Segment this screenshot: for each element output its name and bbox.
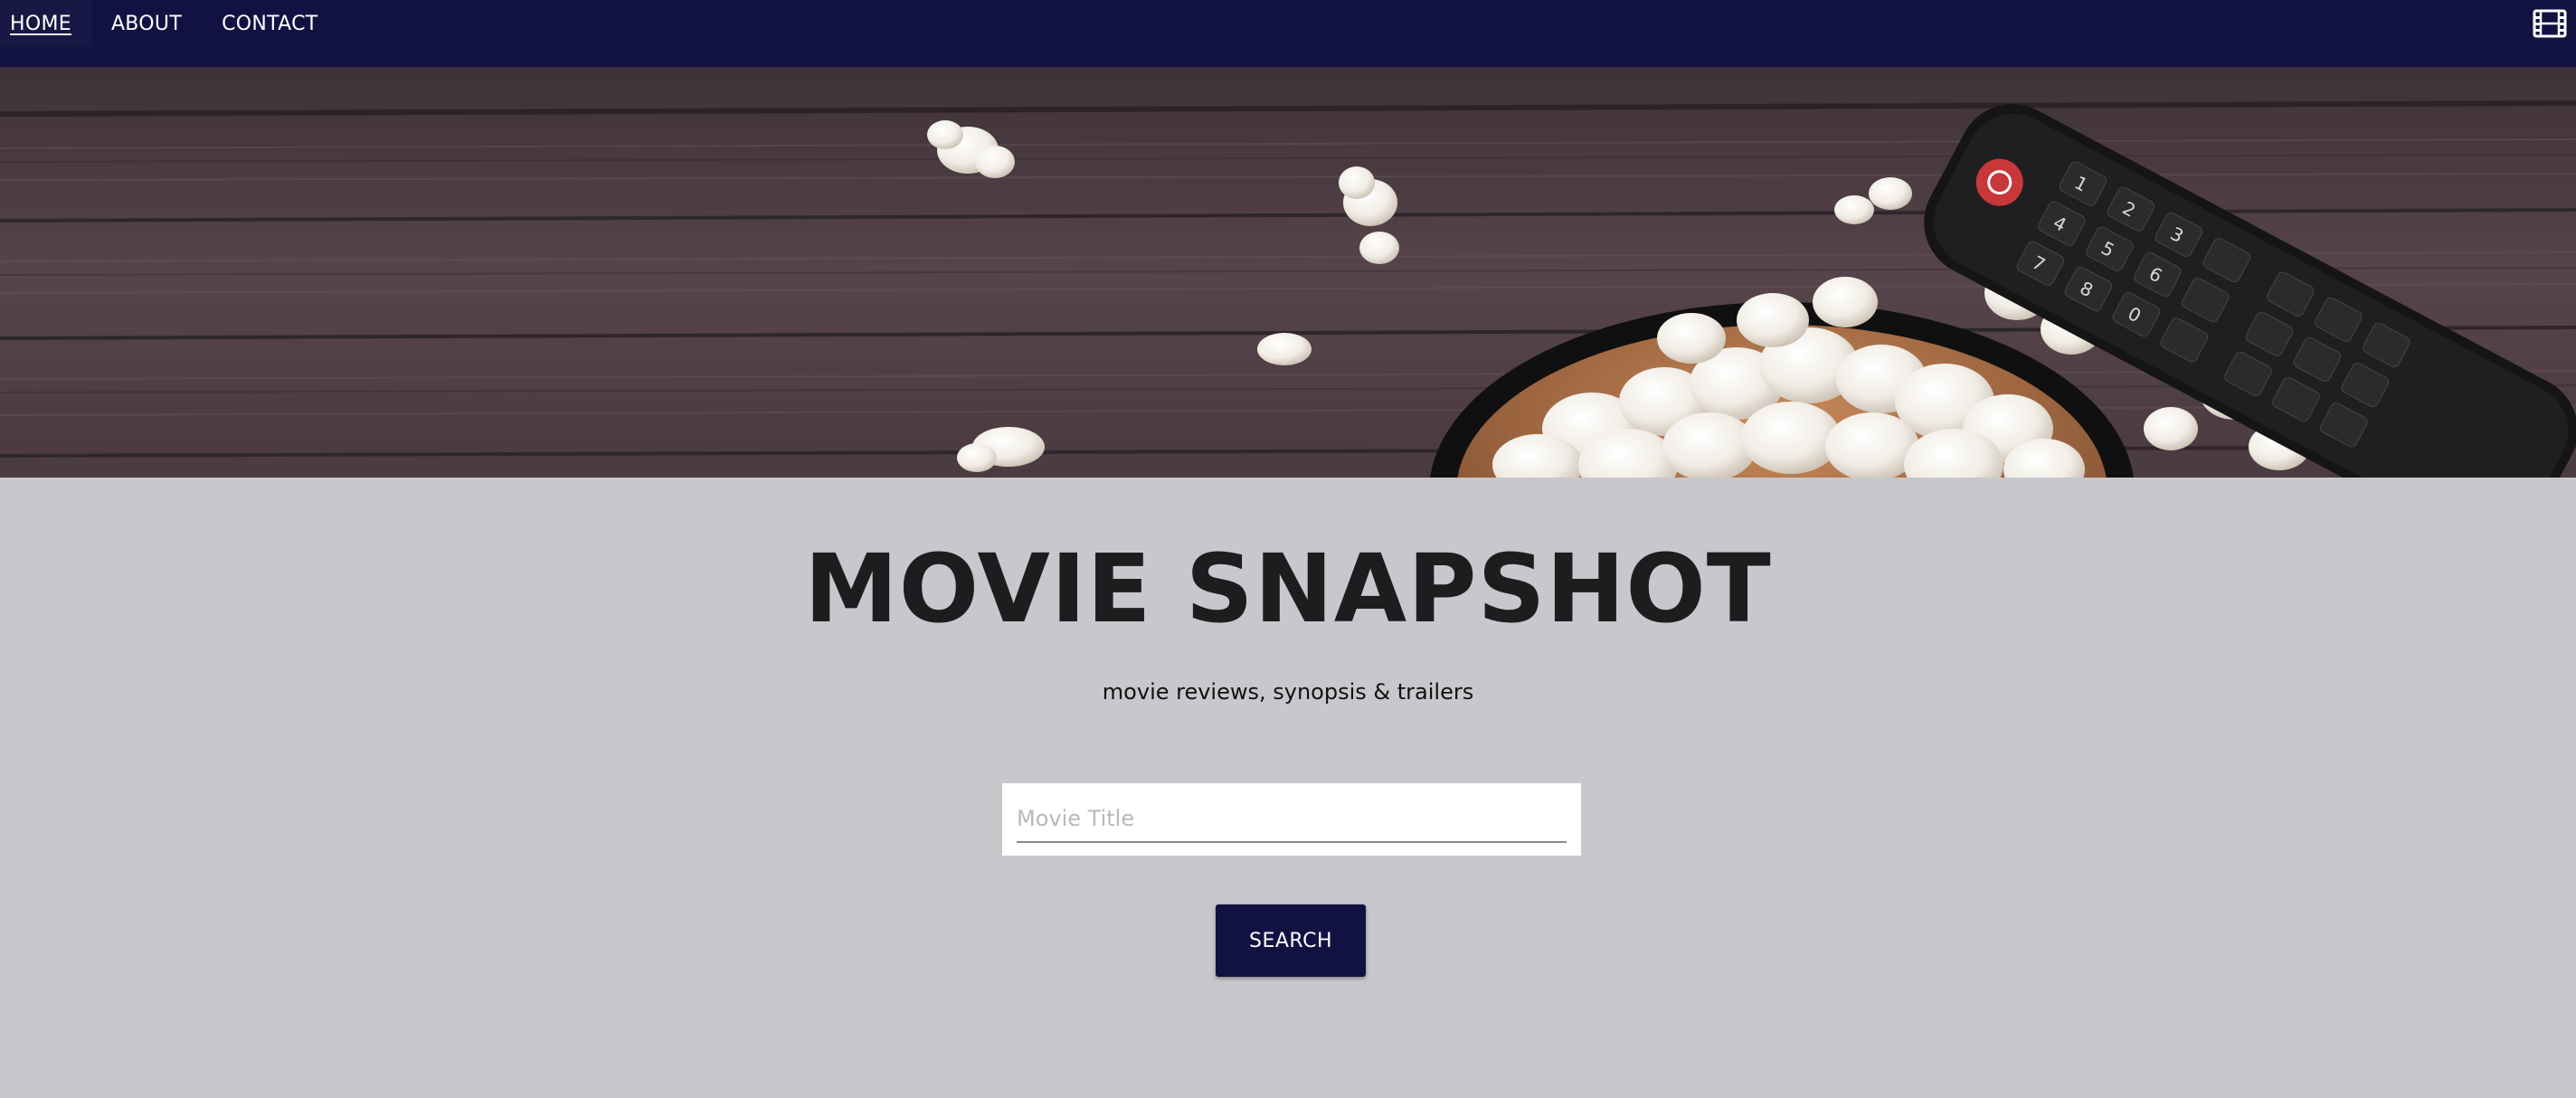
page-tagline: movie reviews, synopsis & trailers: [1102, 679, 1474, 705]
search-button[interactable]: SEARCH: [1216, 904, 1366, 977]
navbar: HOME ABOUT CONTACT: [0, 0, 2576, 67]
movie-title-input[interactable]: [1017, 796, 1567, 843]
hero-illustration: 1 4 7 2 5 8 3 6 0: [0, 67, 2576, 478]
nav-home-link[interactable]: HOME: [0, 0, 91, 47]
film-icon[interactable]: [2533, 9, 2567, 38]
hero-popcorn-image: 1 4 7 2 5 8 3 6 0: [0, 67, 2576, 478]
nav-about-link[interactable]: ABOUT: [91, 0, 202, 47]
page-title: MOVIE SNAPSHOT: [804, 534, 1772, 644]
nav-links: HOME ABOUT CONTACT: [0, 0, 338, 47]
search-box: [1002, 783, 1581, 856]
nav-contact-link[interactable]: CONTACT: [202, 0, 337, 47]
